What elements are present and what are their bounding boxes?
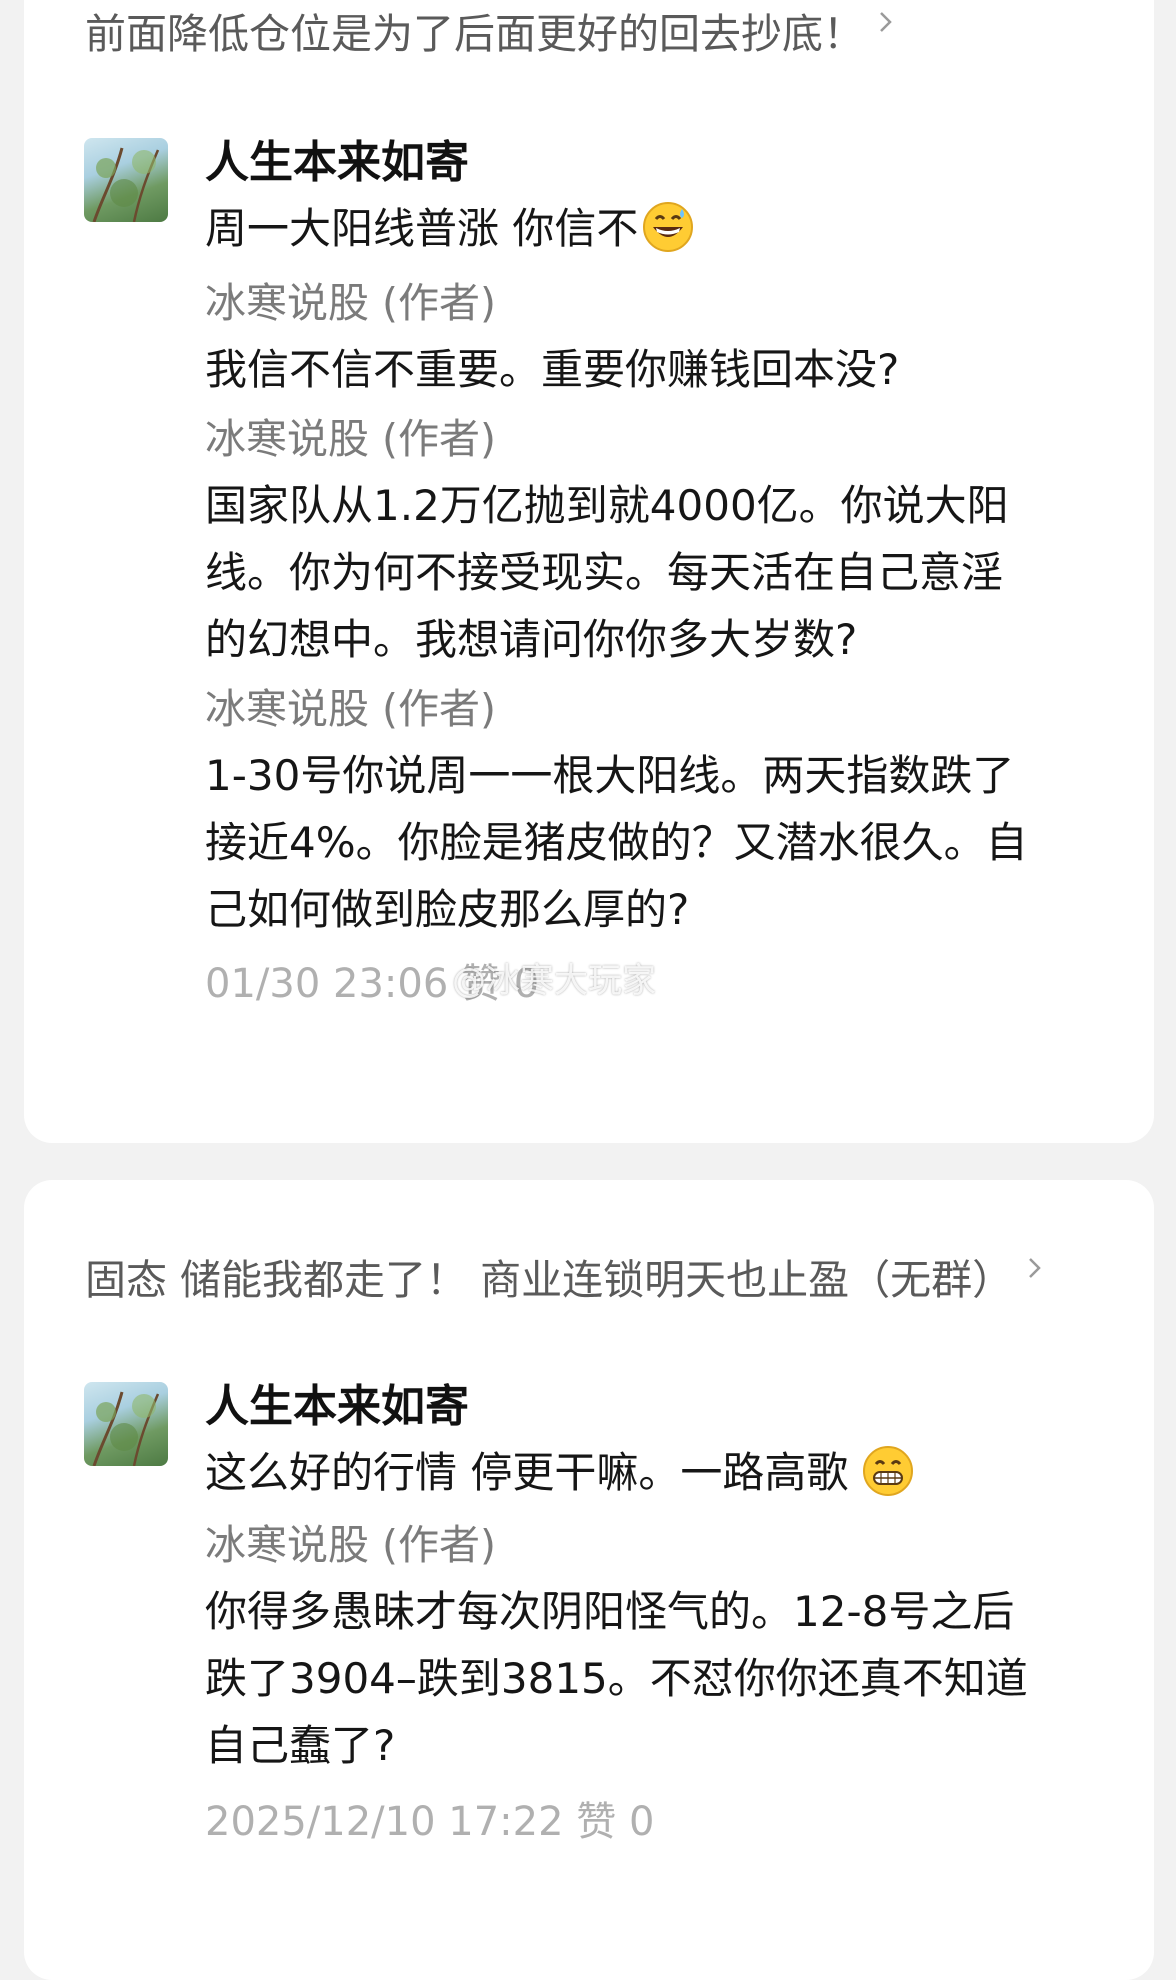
reply-line: 己如何做到脸皮那么厚的?: [205, 885, 690, 934]
comment-thread-2: 人生本来如寄 这么好的行情 停更干嘛。一路高歌 冰寒说股 (作者) 你得多愚昧才…: [205, 1374, 1125, 1855]
post-card-2: 固态 储能我都走了！ 商业连锁明天也止盈（无群） 人生本来如寄 这么好的行情 停…: [24, 1180, 1154, 1980]
chevron-right-icon[interactable]: [874, 10, 898, 34]
comment-meta: 01/30 23:06 赞 0: [205, 961, 540, 1007]
comment-text: 周一大阳线普涨 你信不: [205, 196, 1125, 262]
reply-line: 你得多愚昧才每次阴阳怪气的。12-8号之后: [205, 1587, 1015, 1636]
comment-username[interactable]: 人生本来如寄: [205, 1374, 1125, 1440]
reply-text: 1-30号你说周一一根大阳线。两天指数跌了 接近4%。你脸是猪皮做的？又潜水很久…: [205, 742, 1125, 943]
reply-line: 1-30号你说周一一根大阳线。两天指数跌了: [205, 751, 1015, 800]
post-title-link[interactable]: 固态 储能我都走了！ 商业连锁明天也止盈（无群）: [85, 1246, 1047, 1306]
post-title-link[interactable]: 前面降低仓位是为了后面更好的回去抄底！: [85, 0, 898, 60]
reply-line: 国家队从1.2万亿抛到就4000亿。你说大阳: [205, 481, 1009, 530]
comment-thread-1: 人生本来如寄 周一大阳线普涨 你信不 冰寒说股 (作者) 我信不信不重要。重要你…: [205, 130, 1125, 1017]
post-title[interactable]: 前面降低仓位是为了后面更好的回去抄底！: [85, 0, 864, 60]
reply-author[interactable]: 冰寒说股 (作者): [205, 676, 1125, 742]
avatar[interactable]: [84, 138, 168, 222]
reply-line: 自己蠢了?: [205, 1721, 396, 1770]
reply-line: 我信不信不重要。重要你赚钱回本没?: [205, 345, 900, 394]
watermark: @冰寒大玩家: [452, 961, 656, 1001]
comment-username[interactable]: 人生本来如寄: [205, 130, 1125, 196]
reply-line: 接近4%。你脸是猪皮做的？又潜水很久。自: [205, 818, 1028, 867]
chevron-right-icon[interactable]: [1023, 1256, 1047, 1280]
reply-text: 你得多愚昧才每次阴阳怪气的。12-8号之后 跌了3904–跌到3815。不怼你你…: [205, 1578, 1125, 1779]
comment-text: 这么好的行情 停更干嘛。一路高歌: [205, 1440, 1125, 1506]
reply-text: 国家队从1.2万亿抛到就4000亿。你说大阳 线。你为何不接受现实。每天活在自己…: [205, 472, 1125, 673]
avatar[interactable]: [84, 1382, 168, 1466]
comment-text-body: 周一大阳线普涨 你信不: [205, 204, 639, 253]
reply-author[interactable]: 冰寒说股 (作者): [205, 406, 1125, 472]
reply-author[interactable]: 冰寒说股 (作者): [205, 1512, 1125, 1578]
comment-text-body: 这么好的行情 停更干嘛。一路高歌: [205, 1448, 849, 1497]
grinning-sweat-emoji-icon: [643, 202, 694, 252]
reply-author[interactable]: 冰寒说股 (作者): [205, 270, 1125, 336]
reply-line: 的幻想中。我想请问你你多大岁数?: [205, 615, 858, 664]
reply-line: 线。你为何不接受现实。每天活在自己意淫: [205, 548, 1004, 597]
comment-meta: 2025/12/10 17:22 赞 0: [205, 1799, 655, 1845]
reply-text: 我信不信不重要。重要你赚钱回本没?: [205, 336, 1125, 403]
reply-line: 跌了3904–跌到3815。不怼你你还真不知道: [205, 1654, 1028, 1703]
grinning-teeth-emoji-icon: [863, 1446, 914, 1496]
post-title[interactable]: 固态 储能我都走了！ 商业连锁明天也止盈（无群）: [85, 1246, 1013, 1306]
